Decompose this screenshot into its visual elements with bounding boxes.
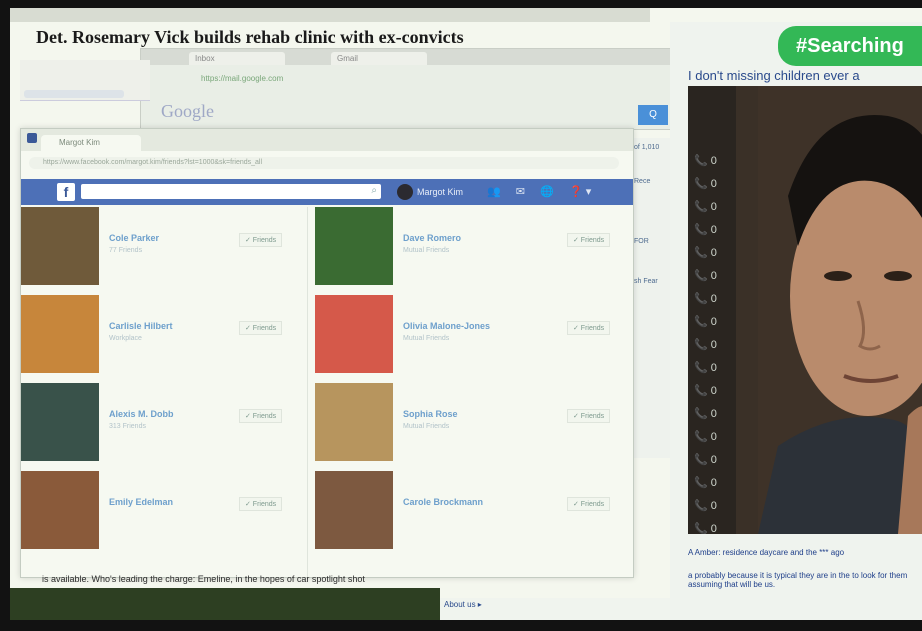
call-log-entry[interactable]: 📞 0 (694, 154, 730, 172)
friend-name[interactable]: Carole Brockmann (403, 497, 483, 507)
call-log-entry[interactable]: 📞 0 (694, 223, 730, 241)
call-log-entry[interactable]: 📞 0 (694, 476, 730, 494)
friend-subtitle: Workplace (109, 335, 142, 342)
news-top-bar (10, 8, 650, 22)
friends-button[interactable]: ✓ Friends (239, 497, 283, 511)
call-log-entry[interactable]: 📞 0 (694, 315, 730, 333)
side-item: FOR (634, 238, 649, 245)
gmail-tab-inbox[interactable]: Inbox (189, 52, 285, 65)
search-icon[interactable]: ⌕ (371, 185, 377, 196)
call-log-entry[interactable]: 📞 0 (694, 246, 730, 264)
friend-name[interactable]: Olivia Malone-Jones (403, 321, 490, 331)
friend-subtitle: Mutual Friends (403, 335, 450, 342)
friend-photo[interactable] (21, 383, 99, 461)
friends-button[interactable]: ✓ Friends (567, 233, 611, 247)
friend-card[interactable]: Dave Romero Mutual Friends ✓ Friends (315, 207, 611, 289)
friend-name[interactable]: Emily Edelman (109, 497, 173, 507)
friend-card[interactable]: Olivia Malone-Jones Mutual Friends ✓ Frien… (315, 295, 611, 377)
friends-button[interactable]: ✓ Friends (567, 321, 611, 335)
friend-photo[interactable] (315, 207, 393, 285)
call-log-entry[interactable]: 📞 0 (694, 177, 730, 195)
gmail-window: Inbox Gmail https://mail.google.com Goog… (140, 48, 672, 130)
friends-button[interactable]: ✓ Friends (567, 409, 611, 423)
facebook-profile-link[interactable]: Margot Kim (397, 183, 463, 201)
call-log-entry[interactable]: 📞 0 (694, 338, 730, 356)
friends-button[interactable]: ✓ Friends (567, 497, 611, 511)
video-call-panel: 📞 0 📞 0 📞 0 📞 0 📞 0 📞 0 📞 0 📞 0 📞 0 📞 0 📞 0 📞 0 📞 0 📞… (688, 86, 922, 534)
friend-photo[interactable] (315, 295, 393, 373)
profile-name: Margot Kim (417, 187, 464, 197)
facebook-top-bar: f ⌕ Margot Kim 👥 ✉ 🌐 ❓ ▾ (21, 179, 633, 205)
gmail-address-bar[interactable]: https://mail.google.com (201, 73, 501, 85)
friends-button[interactable]: ✓ Friends (239, 321, 283, 335)
facebook-logo-icon[interactable]: f (57, 183, 75, 201)
google-logo: Google (161, 101, 214, 121)
screen-frame: Inbox Gmail https://mail.google.com Goog… (10, 8, 922, 620)
friend-photo[interactable] (21, 471, 99, 549)
avatar (397, 184, 413, 200)
friend-card[interactable]: Carlisle Hilbert Workplace ✓ Friends (21, 295, 301, 377)
friend-subtitle: Mutual Friends (403, 423, 450, 430)
facebook-tab[interactable]: Margot Kim (41, 135, 141, 151)
facebook-address-bar[interactable]: https://www.facebook.com/margot.kim/frie… (29, 157, 619, 169)
side-item: sh Fear (634, 278, 658, 285)
bottom-link[interactable]: About us ▸ (444, 600, 482, 609)
friend-card[interactable]: Carole Brockmann ✓ Friends (315, 471, 611, 553)
facebook-search-input[interactable]: ⌕ (81, 184, 381, 199)
right-headline: I don't missing children ever a (688, 68, 860, 83)
friend-subtitle: 313 Friends (109, 423, 146, 430)
caption-text: is available. Who's leading the charge: … (42, 574, 365, 584)
gmail-search-button[interactable]: Q (638, 105, 668, 125)
facebook-favicon-icon (27, 133, 37, 143)
friend-card[interactable]: Cole Parker 77 Friends ✓ Friends (21, 207, 301, 289)
side-result-list: of 1,010 Rece FOR sh Fear (632, 138, 670, 458)
call-log-entry[interactable]: 📞 0 (694, 361, 730, 379)
call-log-column: 📞 0 📞 0 📞 0 📞 0 📞 0 📞 0 📞 0 📞 0 📞 0 📞 0 📞 0 📞 0 📞 0 📞… (688, 86, 736, 534)
friend-name[interactable]: Alexis M. Dobb (109, 409, 174, 419)
friend-photo[interactable] (315, 383, 393, 461)
friend-photo[interactable] (21, 207, 99, 285)
friend-card[interactable]: Alexis M. Dobb 313 Friends ✓ Friends (21, 383, 301, 465)
friend-name[interactable]: Sophia Rose (403, 409, 458, 419)
background-url-bar (24, 90, 124, 98)
friends-button[interactable]: ✓ Friends (239, 233, 283, 247)
call-log-entry[interactable]: 📞 0 (694, 453, 730, 471)
gmail-tab-strip: Inbox Gmail (141, 49, 671, 65)
friends-button[interactable]: ✓ Friends (239, 409, 283, 423)
call-log-entry[interactable]: 📞 0 (694, 292, 730, 310)
friend-subtitle: Mutual Friends (403, 247, 450, 254)
friend-name[interactable]: Carlisle Hilbert (109, 321, 173, 331)
man-face-video (758, 86, 922, 534)
facebook-window: Margot Kim https://www.facebook.com/marg… (20, 128, 634, 578)
bottom-video-strip (10, 588, 440, 620)
friend-card[interactable]: Sophia Rose Mutual Friends ✓ Friends (315, 383, 611, 465)
friends-column-divider (307, 207, 308, 577)
friend-subtitle: 77 Friends (109, 247, 143, 254)
caption-line: A Amber: residence daycare and the *** a… (688, 548, 845, 557)
friend-name[interactable]: Dave Romero (403, 233, 461, 243)
side-count: of 1,010 (634, 144, 660, 151)
searching-badge: #Searching (778, 26, 922, 66)
gmail-tab-gmail[interactable]: Gmail (331, 52, 427, 65)
friend-photo[interactable] (315, 471, 393, 549)
call-log-entry[interactable]: 📞 0 (694, 522, 730, 534)
settings-menu-icon[interactable]: ❓ ▾ (569, 185, 591, 198)
friend-card[interactable]: Emily Edelman ✓ Friends (21, 471, 301, 553)
side-item: Rece (634, 178, 651, 185)
call-log-entry[interactable]: 📞 0 (694, 384, 730, 402)
call-log-entry[interactable]: 📞 0 (694, 499, 730, 517)
call-log-entry[interactable]: 📞 0 (694, 407, 730, 425)
call-log-entry[interactable]: 📞 0 (694, 269, 730, 287)
facebook-tab-strip: Margot Kim (21, 129, 633, 151)
news-headline: Det. Rosemary Vick builds rehab clinic w… (36, 27, 464, 47)
call-log-entry[interactable]: 📞 0 (694, 430, 730, 448)
friend-name[interactable]: Cole Parker (109, 233, 159, 243)
caption-line: a probably because it is typical they ar… (688, 571, 908, 589)
call-log-entry[interactable]: 📞 0 (694, 200, 730, 218)
friend-photo[interactable] (21, 295, 99, 373)
notification-icons[interactable]: 👥 ✉ 🌐 (487, 185, 560, 198)
right-caption: A Amber: residence daycare and the *** a… (688, 548, 922, 603)
